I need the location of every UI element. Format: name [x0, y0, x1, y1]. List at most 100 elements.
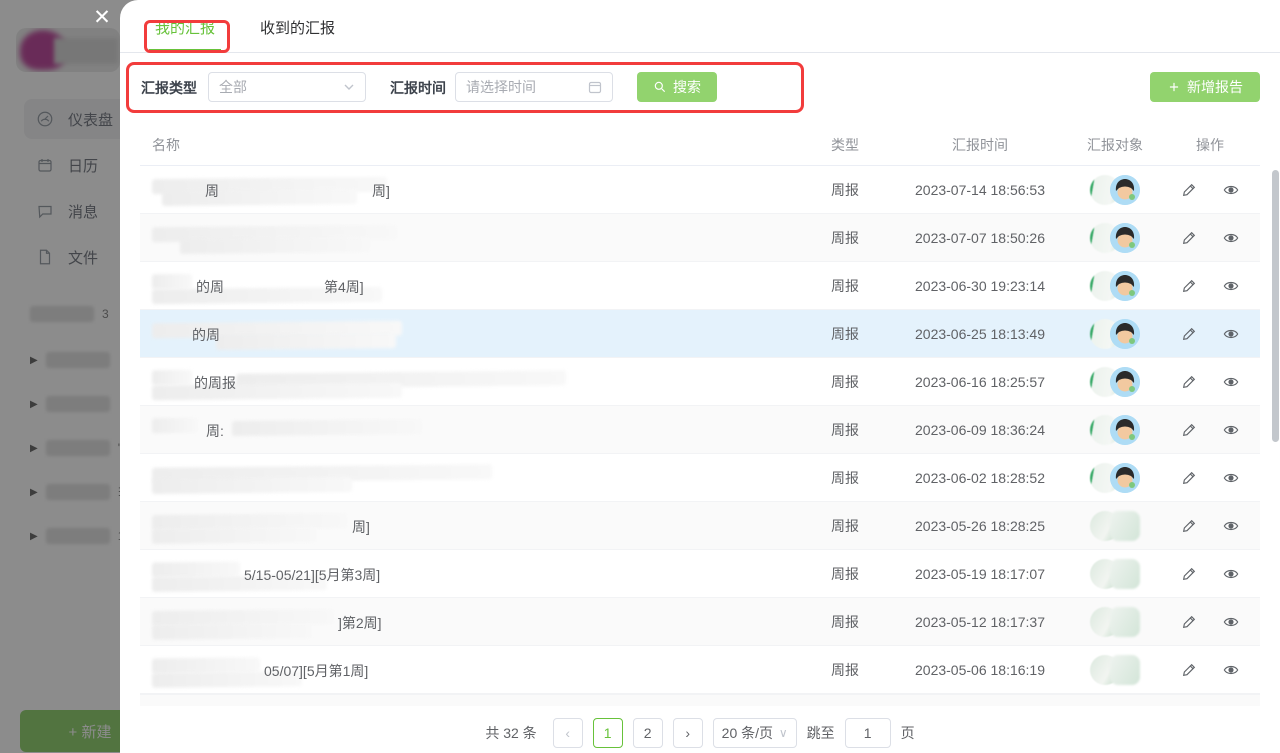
view-icon[interactable] — [1223, 230, 1239, 246]
table-row[interactable]: ]第2周] 周报 2023-05-12 18:17:37 — [140, 598, 1260, 646]
avatar — [1110, 223, 1140, 253]
prev-page-button[interactable]: ‹ — [553, 718, 583, 748]
close-icon[interactable]: ✕ — [88, 4, 116, 32]
edit-icon[interactable] — [1181, 374, 1197, 390]
target-cell — [1070, 559, 1160, 589]
actions-cell — [1160, 662, 1260, 678]
edit-icon[interactable] — [1181, 614, 1197, 630]
avatar-pair — [1090, 367, 1140, 397]
table-row[interactable]: 5/15-05/21][5月第3周] 周报 2023-05-19 18:17:0… — [140, 550, 1260, 598]
next-page-button[interactable]: › — [673, 718, 703, 748]
search-button[interactable]: 搜索 — [637, 72, 717, 102]
time-cell: 2023-06-16 18:25:57 — [890, 374, 1070, 390]
report-time-input[interactable]: 请选择时间 — [455, 72, 613, 102]
calendar-icon — [588, 80, 602, 94]
type-cell: 周报 — [800, 516, 890, 536]
view-icon[interactable] — [1223, 614, 1239, 630]
edit-icon[interactable] — [1181, 182, 1197, 198]
cartoon-avatar-icon — [1110, 271, 1140, 301]
avatar-pair — [1090, 415, 1140, 445]
type-cell: 周报 — [800, 468, 890, 488]
type-cell: 周报 — [800, 180, 890, 200]
column-header-actions: 操作 — [1160, 135, 1260, 155]
view-icon[interactable] — [1223, 566, 1239, 582]
tab-my-reports[interactable]: 我的汇报 — [155, 0, 215, 52]
edit-icon[interactable] — [1181, 230, 1197, 246]
table-row[interactable]: 周报 2023-07-07 18:50:26 — [140, 214, 1260, 262]
table-row[interactable]: 周] 周报 2023-05-26 18:28:25 — [140, 502, 1260, 550]
jump-label: 跳至 — [807, 723, 835, 743]
target-cell — [1070, 415, 1160, 445]
cartoon-avatar-icon — [1110, 319, 1140, 349]
target-cell — [1070, 463, 1160, 493]
avatar — [1110, 319, 1140, 349]
type-cell: 周报 — [800, 228, 890, 248]
time-cell: 2023-05-12 18:17:37 — [890, 614, 1070, 630]
actions-cell — [1160, 614, 1260, 630]
avatar — [1110, 175, 1140, 205]
name-cell — [140, 454, 800, 501]
cartoon-avatar-icon — [1110, 415, 1140, 445]
report-time-placeholder: 请选择时间 — [466, 77, 536, 97]
edit-icon[interactable] — [1181, 278, 1197, 294]
avatar — [1110, 607, 1140, 637]
cartoon-avatar-icon — [1110, 463, 1140, 493]
view-icon[interactable] — [1223, 470, 1239, 486]
name-cell — [140, 214, 800, 261]
report-type-label: 汇报类型 — [141, 78, 197, 98]
view-icon[interactable] — [1223, 278, 1239, 294]
view-icon[interactable] — [1223, 182, 1239, 198]
report-type-value: 全部 — [219, 77, 247, 97]
table-row[interactable]: 的周第4周] 周报 2023-06-30 19:23:14 — [140, 262, 1260, 310]
edit-icon[interactable] — [1181, 470, 1197, 486]
time-cell: 2023-06-25 18:13:49 — [890, 326, 1070, 342]
table-row[interactable]: 周: 周报 2023-06-09 18:36:24 — [140, 406, 1260, 454]
jump-page-input[interactable] — [845, 718, 891, 748]
view-icon[interactable] — [1223, 374, 1239, 390]
total-count: 共 32 条 — [485, 723, 536, 743]
table-row[interactable]: 05/07][5月第1周] 周报 2023-05-06 18:16:19 — [140, 646, 1260, 694]
report-type-select[interactable]: 全部 — [208, 72, 366, 102]
actions-cell — [1160, 422, 1260, 438]
avatar-pair — [1090, 319, 1140, 349]
name-cell: ]第2周] — [140, 598, 800, 645]
avatar-pair — [1090, 607, 1140, 637]
target-cell — [1070, 511, 1160, 541]
reports-table: 名称 类型 汇报时间 汇报对象 操作 周周] 周报 2023-07-14 18:… — [140, 125, 1260, 694]
time-cell: 2023-07-14 18:56:53 — [890, 182, 1070, 198]
avatar-pair — [1090, 655, 1140, 685]
page-button-2[interactable]: 2 — [633, 718, 663, 748]
target-cell — [1070, 655, 1160, 685]
target-cell — [1070, 607, 1160, 637]
time-cell: 2023-05-19 18:17:07 — [890, 566, 1070, 582]
name-cell: 的周 — [140, 310, 800, 357]
edit-icon[interactable] — [1181, 566, 1197, 582]
column-header-time: 汇报时间 — [890, 135, 1070, 155]
tab-received-reports[interactable]: 收到的汇报 — [260, 0, 335, 52]
table-row[interactable]: 周周] 周报 2023-07-14 18:56:53 — [140, 166, 1260, 214]
name-cell: 周周] — [140, 166, 800, 213]
name-cell: 05/07][5月第1周] — [140, 646, 800, 693]
edit-icon[interactable] — [1181, 662, 1197, 678]
page-size-select[interactable]: 20 条/页 ∨ — [713, 718, 797, 748]
edit-icon[interactable] — [1181, 422, 1197, 438]
view-icon[interactable] — [1223, 518, 1239, 534]
cartoon-avatar-icon — [1110, 223, 1140, 253]
table-row[interactable]: 周报 2023-06-02 18:28:52 — [140, 454, 1260, 502]
view-icon[interactable] — [1223, 662, 1239, 678]
edit-icon[interactable] — [1181, 326, 1197, 342]
table-row[interactable]: 的周 周报 2023-06-25 18:13:49 — [140, 310, 1260, 358]
time-cell: 2023-06-09 18:36:24 — [890, 422, 1070, 438]
table-row[interactable]: 的周报 周报 2023-06-16 18:25:57 — [140, 358, 1260, 406]
tab-bar: 我的汇报 收到的汇报 — [120, 0, 1280, 53]
actions-cell — [1160, 230, 1260, 246]
add-report-label: 新增报告 — [1187, 77, 1243, 97]
avatar — [1110, 415, 1140, 445]
view-icon[interactable] — [1223, 422, 1239, 438]
edit-icon[interactable] — [1181, 518, 1197, 534]
vertical-scrollbar[interactable] — [1272, 170, 1279, 442]
page-button-1[interactable]: 1 — [593, 718, 623, 748]
add-report-button[interactable]: 新增报告 — [1150, 72, 1260, 102]
view-icon[interactable] — [1223, 326, 1239, 342]
avatar — [1110, 655, 1140, 685]
